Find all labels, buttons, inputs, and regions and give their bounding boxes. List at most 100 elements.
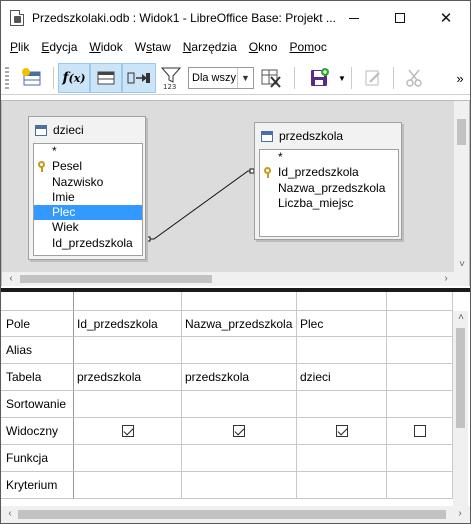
grid-cell[interactable] xyxy=(182,472,297,499)
grid-vertical-scrollbar[interactable]: ˄ xyxy=(453,311,468,506)
distinct-values-button[interactable]: 123 xyxy=(158,63,184,93)
add-tables-button[interactable] xyxy=(17,63,47,93)
grid-cell[interactable]: dzieci xyxy=(297,364,387,391)
field-item[interactable]: Liczba_miejsc xyxy=(260,196,398,211)
table-window-przedszkola[interactable]: przedszkola * Id_przedszkola Nazwa_przedsz… xyxy=(254,122,402,240)
grid-cell[interactable] xyxy=(74,472,182,499)
scrollbar-thumb[interactable] xyxy=(457,119,466,145)
table-window-dzieci[interactable]: dzieci * Pesel Nazwisko Imie Plec Wiek Id_prze… xyxy=(28,116,146,260)
field-item[interactable]: Id_przedszkola xyxy=(260,165,398,180)
field-item[interactable]: Wiek xyxy=(34,220,142,235)
grid-cell[interactable] xyxy=(297,391,387,418)
grid-column-header[interactable] xyxy=(387,292,453,311)
edit-button[interactable] xyxy=(361,63,385,93)
menu-plik[interactable]: Plik xyxy=(4,40,35,54)
field-item[interactable]: Plec xyxy=(34,205,142,221)
grid-cell[interactable] xyxy=(74,418,182,445)
scrollbar-thumb[interactable] xyxy=(456,328,465,428)
menu-okno[interactable]: Okno xyxy=(243,40,284,54)
minimize-button[interactable] xyxy=(331,1,377,35)
visible-checkbox[interactable] xyxy=(413,425,426,437)
grid-cell[interactable]: Nazwa_przedszkola xyxy=(182,311,297,337)
visible-checkbox[interactable] xyxy=(335,425,348,437)
grid-cell[interactable] xyxy=(74,391,182,418)
grid-horizontal-scrollbar[interactable]: ‹ › xyxy=(1,506,470,523)
save-query-button[interactable] xyxy=(305,63,333,93)
field-name: * xyxy=(52,144,57,158)
maximize-button[interactable] xyxy=(377,1,423,35)
grid-column-header[interactable] xyxy=(74,292,182,311)
visible-checkbox[interactable] xyxy=(233,425,245,437)
grid-cell[interactable] xyxy=(182,391,297,418)
limit-combo[interactable]: Dla wszy ▼ xyxy=(188,67,254,89)
query-design-area[interactable]: dzieci * Pesel Nazwisko Imie Plec Wiek Id_prze… xyxy=(1,100,470,286)
chevron-down-icon[interactable]: ▼ xyxy=(237,68,253,88)
design-horizontal-scrollbar[interactable]: ‹ › xyxy=(2,272,469,286)
grid-cell[interactable]: Id_przedszkola xyxy=(74,311,182,337)
grid-cell[interactable] xyxy=(387,472,453,499)
chevron-left-icon[interactable]: ‹ xyxy=(3,507,17,521)
grid-cell[interactable] xyxy=(387,311,453,337)
grid-cell[interactable] xyxy=(182,445,297,472)
field-item[interactable]: Nazwa_przedszkola xyxy=(260,181,398,196)
field-item[interactable]: * xyxy=(260,150,398,165)
toolbar-grip[interactable] xyxy=(5,67,9,89)
toolbar-overflow-button[interactable]: » xyxy=(453,63,467,93)
grid-cell[interactable] xyxy=(297,337,387,364)
add-table-icon xyxy=(22,68,41,86)
grid-cell[interactable] xyxy=(387,391,453,418)
field-item[interactable]: * xyxy=(34,144,142,159)
chevron-right-icon[interactable]: › xyxy=(439,272,453,286)
limit-combo-value: Dla wszy xyxy=(192,72,237,84)
menu-wstaw[interactable]: Wstaw xyxy=(129,40,177,54)
field-item[interactable]: Imie xyxy=(34,190,142,205)
table-name-icon xyxy=(97,71,115,85)
grid-cell[interactable] xyxy=(387,418,453,445)
alias-button[interactable] xyxy=(122,63,156,93)
field-item[interactable]: Pesel xyxy=(34,159,142,174)
grid-cell[interactable] xyxy=(74,445,182,472)
grid-cell[interactable] xyxy=(182,418,297,445)
function-fx-icon: f(x) xyxy=(62,70,86,86)
cut-button[interactable] xyxy=(401,63,427,93)
grid-cell[interactable] xyxy=(74,337,182,364)
grid-cell[interactable]: przedszkola xyxy=(182,364,297,391)
grid-cell[interactable]: przedszkola xyxy=(74,364,182,391)
field-item[interactable]: Id_przedszkola xyxy=(34,236,142,251)
grid-column-header[interactable] xyxy=(297,292,387,311)
save-dropdown-button[interactable]: ▼ xyxy=(336,63,348,93)
field-list[interactable]: * Pesel Nazwisko Imie Plec Wiek Id_przedszkola xyxy=(33,143,143,256)
grid-column-header[interactable] xyxy=(182,292,297,311)
scrollbar-thumb[interactable] xyxy=(18,510,446,519)
close-button[interactable]: ✕ xyxy=(423,1,469,35)
grid-cell[interactable] xyxy=(297,418,387,445)
grid-cell[interactable] xyxy=(387,445,453,472)
field-list[interactable]: * Id_przedszkola Nazwa_przedszkola Liczba_m… xyxy=(259,149,399,237)
chevron-down-icon[interactable]: ˅ xyxy=(455,258,469,272)
menu-edycja[interactable]: Edycja xyxy=(35,40,83,54)
menu-widok[interactable]: Widok xyxy=(83,40,128,54)
grid-cell[interactable] xyxy=(387,337,453,364)
design-vertical-scrollbar[interactable]: ˅ xyxy=(454,101,469,272)
grid-row-label: Pole xyxy=(1,311,74,337)
grid-cell[interactable] xyxy=(297,472,387,499)
functions-button[interactable]: f(x) xyxy=(58,63,90,93)
menu-pomoc[interactable]: Pomoc xyxy=(283,40,332,54)
grid-cell[interactable] xyxy=(297,445,387,472)
field-item[interactable]: Nazwisko xyxy=(34,175,142,190)
chevron-right-icon[interactable]: › xyxy=(453,507,467,521)
visible-checkbox[interactable] xyxy=(121,425,134,437)
scrollbar-thumb[interactable] xyxy=(20,275,212,283)
grid-cell[interactable] xyxy=(387,364,453,391)
chevron-left-icon[interactable]: ‹ xyxy=(4,272,18,286)
field-name: Pesel xyxy=(52,159,83,174)
grid-cell[interactable]: Plec xyxy=(297,311,387,337)
table-window-title: dzieci xyxy=(53,123,84,137)
clear-query-button[interactable] xyxy=(258,63,284,93)
grid-cell[interactable] xyxy=(182,337,297,364)
table-name-button[interactable] xyxy=(90,63,122,93)
criteria-grid: ˄ Pole Id_przedszkola Nazwa_przedszkola Ple… xyxy=(1,292,470,506)
chevron-up-icon[interactable]: ˄ xyxy=(454,311,468,325)
menu-narzędzia[interactable]: Narzędzia xyxy=(177,40,243,54)
grid-row-label: Widoczny xyxy=(1,418,74,445)
